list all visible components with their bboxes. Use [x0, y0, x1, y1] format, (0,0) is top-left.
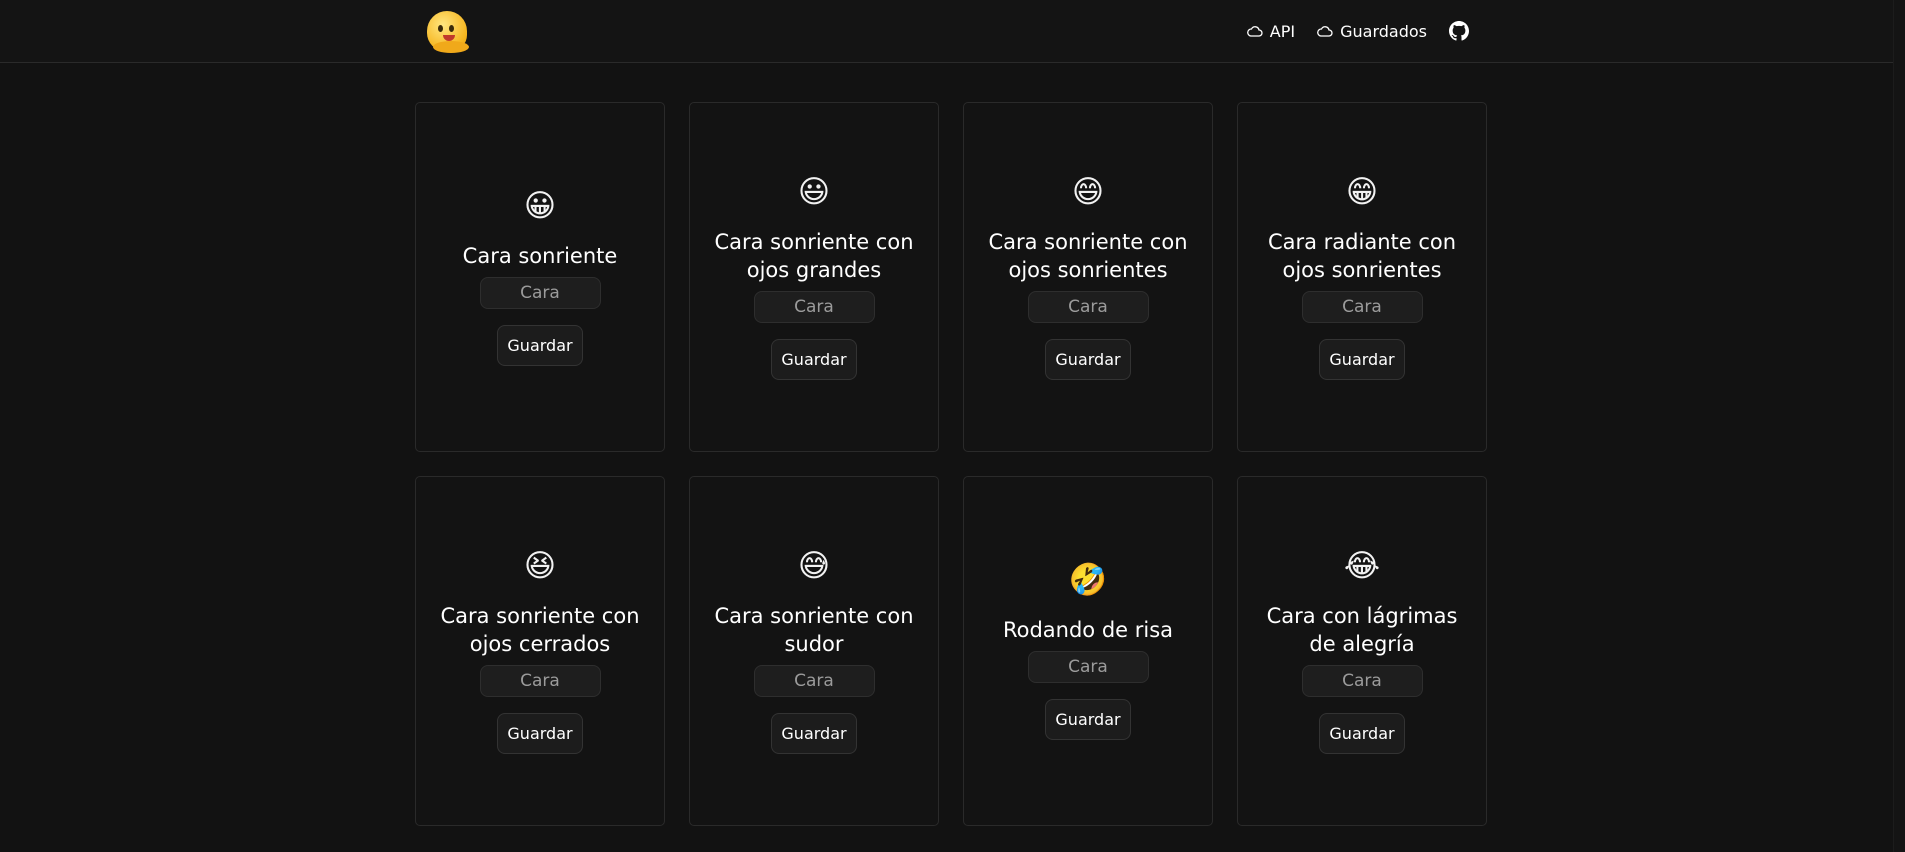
category-badge: Cara: [1301, 665, 1423, 697]
emoji-title: Cara sonriente con ojos sonrientes: [988, 230, 1188, 282]
emoji-card: 😃 Cara sonriente con ojos grandes Cara G…: [689, 102, 939, 452]
scrollbar[interactable]: [1893, 0, 1905, 852]
nav-link-guardados[interactable]: Guardados: [1317, 22, 1427, 41]
category-badge: Cara: [753, 665, 875, 697]
emoji-icon: 😄: [1071, 174, 1105, 210]
save-button[interactable]: Guardar: [497, 325, 583, 366]
emoji-title: Cara sonriente con ojos grandes: [714, 230, 914, 282]
category-badge: Cara: [1301, 291, 1423, 323]
save-button[interactable]: Guardar: [1319, 339, 1405, 380]
cloud-icon: [1317, 26, 1333, 37]
emoji-title: Cara radiante con ojos sonrientes: [1267, 230, 1457, 282]
category-badge: Cara: [1027, 291, 1149, 323]
header-nav: API Guardados: [1246, 17, 1469, 45]
category-badge: Cara: [753, 291, 875, 323]
emoji-card: 😀 Cara sonriente Cara Guardar: [415, 102, 665, 452]
save-button[interactable]: Guardar: [1319, 713, 1405, 754]
category-badge: Cara: [1027, 651, 1149, 683]
save-button[interactable]: Guardar: [1045, 339, 1131, 380]
github-icon[interactable]: [1449, 21, 1469, 41]
top-navbar: API Guardados: [0, 0, 1894, 63]
save-button[interactable]: Guardar: [497, 713, 583, 754]
nav-link-api-label: API: [1269, 21, 1296, 41]
emoji-grid-section: 😀 Cara sonriente Cara Guardar 😃 Cara son…: [415, 102, 1488, 826]
category-badge: Cara: [479, 665, 601, 697]
emoji-icon: 😂: [1343, 548, 1381, 584]
emoji-icon: 😅: [797, 548, 831, 584]
emoji-title: Cara sonriente con sudor: [714, 604, 914, 656]
nav-link-guardados-label: Guardados: [1340, 21, 1427, 41]
emoji-title: Cara con lágrimas de alegría: [1266, 604, 1458, 656]
emoji-title: Cara sonriente: [462, 244, 618, 268]
cloud-icon: [1246, 26, 1263, 37]
nav-link-api[interactable]: API: [1246, 21, 1296, 41]
save-button[interactable]: Guardar: [771, 713, 857, 754]
category-badge: Cara: [479, 277, 601, 309]
emoji-card: 🤣 Rodando de risa Cara Guardar: [963, 476, 1213, 826]
emoji-icon: 😀: [523, 188, 557, 224]
save-button[interactable]: Guardar: [771, 339, 857, 380]
melting-face-icon: [427, 11, 469, 53]
emoji-icon: 😁: [1345, 174, 1379, 210]
emoji-card: 😅 Cara sonriente con sudor Cara Guardar: [689, 476, 939, 826]
emoji-card: 😁 Cara radiante con ojos sonrientes Cara…: [1237, 102, 1487, 452]
emoji-card: 😆 Cara sonriente con ojos cerrados Cara …: [415, 476, 665, 826]
emoji-icon: 😃: [797, 174, 831, 210]
logo-link[interactable]: [425, 9, 469, 53]
emoji-title: Cara sonriente con ojos cerrados: [440, 604, 640, 656]
emoji-card: 😂 Cara con lágrimas de alegría Cara Guar…: [1237, 476, 1487, 826]
emoji-icon: 😆: [523, 548, 557, 584]
emoji-card: 😄 Cara sonriente con ojos sonrientes Car…: [963, 102, 1213, 452]
emoji-title: Rodando de risa: [1002, 618, 1174, 642]
emoji-grid: 😀 Cara sonriente Cara Guardar 😃 Cara son…: [415, 102, 1488, 826]
emoji-icon: 🤣: [1068, 562, 1108, 598]
save-button[interactable]: Guardar: [1045, 699, 1131, 740]
